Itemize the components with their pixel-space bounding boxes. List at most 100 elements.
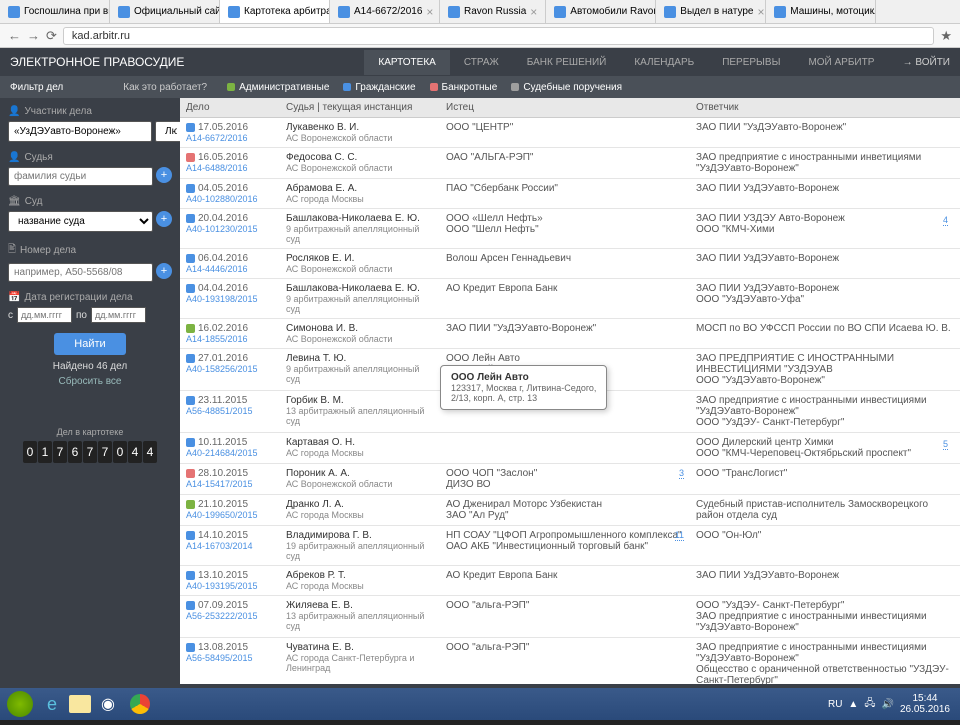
more-defendants[interactable]: 4 [943, 215, 948, 226]
case-number-link[interactable]: А14-6488/2016 [186, 163, 274, 173]
reload-icon[interactable]: ⟳ [46, 28, 57, 44]
reset-link[interactable]: Сбросить все [8, 376, 172, 387]
defendant-cell: ЗАО предприятие с иностранными инвестици… [690, 640, 960, 684]
nav-item[interactable]: КАЛЕНДАРЬ [620, 50, 708, 75]
browser-tab[interactable]: Машины, мотоцикл...× [766, 0, 876, 23]
case-number-link[interactable]: А40-199650/2015 [186, 510, 274, 520]
browser-tabs: Госпошлина при выш...×Официальный сайт |… [0, 0, 960, 24]
table-row[interactable]: 04.05.2016А40-102880/2016Абрамова Е. А.А… [180, 179, 960, 209]
case-number-link[interactable]: А40-101230/2015 [186, 224, 274, 234]
explorer-icon[interactable] [69, 695, 91, 713]
table-row[interactable]: 27.01.2016А40-158256/2015Левина Т. Ю.9 а… [180, 349, 960, 391]
lang-indicator[interactable]: RU [828, 699, 842, 710]
browser-tab[interactable]: Выдел в натуре× [656, 0, 766, 23]
browser-tab[interactable]: Автомобили Ravon –× [546, 0, 656, 23]
counter-digit: 1 [38, 441, 52, 463]
more-plaintiffs[interactable]: 11 [675, 530, 684, 541]
filter-help-link[interactable]: Как это работает? [123, 82, 207, 93]
col-judge[interactable]: Судья | текущая инстанция [280, 98, 440, 117]
table-row[interactable]: 13.10.2015А40-193195/2015Абреков Р. Т.АС… [180, 566, 960, 596]
case-type-filter[interactable]: Гражданские [343, 82, 415, 93]
find-button[interactable]: Найти [54, 333, 125, 355]
table-row[interactable]: 06.04.2016А14-4446/2016Росляков Е. И.АС … [180, 249, 960, 279]
counter-label: Дел в картотеке [8, 427, 172, 437]
case-number-link[interactable]: А40-193195/2015 [186, 581, 274, 591]
nav-item[interactable]: БАНК РЕШЕНИЙ [513, 50, 621, 75]
participant-input[interactable] [8, 121, 152, 142]
media-icon[interactable]: ◉ [93, 690, 123, 718]
table-row[interactable]: 20.04.2016А40-101230/2015Башлакова-Никол… [180, 209, 960, 249]
table-row[interactable]: 21.10.2015А40-199650/2015Дранко Л. А.АС … [180, 495, 960, 526]
login-button[interactable]: → ВОЙТИ [903, 57, 950, 68]
browser-tab[interactable]: Ravon Russia × [440, 0, 546, 23]
nav-item[interactable]: МОЙ АРБИТР [794, 50, 888, 75]
bookmark-icon[interactable]: ★ [940, 28, 952, 44]
browser-tab[interactable]: Картотека арбитраж...× [220, 0, 330, 23]
court-select[interactable]: название суда [8, 211, 153, 232]
case-number-link[interactable]: А56-58495/2015 [186, 653, 274, 663]
col-defendant[interactable]: Ответчик [690, 98, 960, 117]
ie-icon[interactable]: e [37, 690, 67, 718]
case-number-link[interactable]: А14-4446/2016 [186, 264, 274, 274]
tab-favicon [448, 6, 460, 18]
date-to-input[interactable] [91, 307, 146, 323]
add-judge-button[interactable]: + [156, 167, 172, 183]
network-icon[interactable]: 🖧 [864, 696, 875, 713]
url-field[interactable]: kad.arbitr.ru [63, 27, 934, 45]
table-row[interactable]: 14.10.2015А14-16703/2014Владимирова Г. В… [180, 526, 960, 566]
volume-icon[interactable]: 🔊 [881, 699, 893, 710]
col-plaintiff[interactable]: Истец [440, 98, 690, 117]
table-row[interactable]: 17.05.2016А14-6672/2016Лукавенко В. И.АС… [180, 118, 960, 148]
nav-item[interactable]: СТРАЖ [450, 50, 513, 75]
tab-close-icon[interactable]: × [757, 5, 764, 19]
table-row[interactable]: 07.09.2015А56-253222/2015Жиляева Е. В.13… [180, 596, 960, 638]
case-number-link[interactable]: А40-214684/2015 [186, 448, 274, 458]
case-type-filter[interactable]: Банкротные [430, 82, 498, 93]
judge-input[interactable] [8, 167, 153, 186]
col-case[interactable]: Дело [180, 98, 280, 117]
date-from-input[interactable] [17, 307, 72, 323]
table-row[interactable]: 10.11.2015А40-214684/2015Картавая О. Н.А… [180, 433, 960, 464]
tray-icon[interactable]: ▲ [848, 699, 858, 710]
case-number-link[interactable]: А40-102880/2016 [186, 194, 274, 204]
case-number-link[interactable]: А14-1855/2016 [186, 334, 274, 344]
forward-icon[interactable]: → [27, 28, 40, 43]
tab-label: Ravon Russia [464, 6, 526, 17]
tab-close-icon[interactable]: × [530, 5, 537, 19]
tab-close-icon[interactable]: × [426, 5, 433, 19]
nav-item[interactable]: КАРТОТЕКА [364, 50, 449, 75]
case-number-link[interactable]: А14-6672/2016 [186, 133, 274, 143]
nav-item[interactable]: ПЕРЕРЫВЫ [708, 50, 794, 75]
start-button[interactable] [5, 690, 35, 718]
add-case-button[interactable]: + [156, 263, 172, 279]
case-number-link[interactable]: А56-48851/2015 [186, 406, 274, 416]
counter-digit: 4 [128, 441, 142, 463]
table-row[interactable]: 16.02.2016А14-1855/2016Симонова И. В.АС … [180, 319, 960, 349]
browser-tab[interactable]: А14-6672/2016× [330, 0, 440, 23]
counter-digit: 0 [113, 441, 127, 463]
case-number-input[interactable] [8, 263, 153, 282]
add-court-button[interactable]: + [156, 211, 172, 227]
table-row[interactable]: 04.04.2016А40-193198/2015Башлакова-Никол… [180, 279, 960, 319]
more-defendants[interactable]: 5 [943, 439, 948, 450]
browser-tab[interactable]: Официальный сайт |× [110, 0, 220, 23]
table-row[interactable]: 16.05.2016А14-6488/2016Федосова С. С.АС … [180, 148, 960, 179]
case-type-filter[interactable]: Административные [227, 82, 329, 93]
table-row[interactable]: 28.10.2015А14-15417/2015Пороник А. А.АС … [180, 464, 960, 495]
table-row[interactable]: 13.08.2015А56-58495/2015Чуватина Е. В.АС… [180, 638, 960, 684]
case-type-filter[interactable]: Судебные поручения [511, 82, 622, 93]
back-icon[interactable]: ← [8, 28, 21, 43]
defendant-cell: ООО "Он-Юл" [690, 528, 960, 563]
case-number-link[interactable]: А40-193198/2015 [186, 294, 274, 304]
case-type-icon [186, 214, 195, 223]
case-number-link[interactable]: А14-15417/2015 [186, 479, 274, 489]
case-number-link[interactable]: А56-253222/2015 [186, 611, 274, 621]
more-plaintiffs[interactable]: 3 [679, 468, 684, 479]
case-number-link[interactable]: А14-16703/2014 [186, 541, 274, 551]
case-number-link[interactable]: А40-158256/2015 [186, 364, 274, 374]
chrome-icon[interactable] [125, 690, 155, 718]
browser-tab[interactable]: Госпошлина при выш...× [0, 0, 110, 23]
defendant-name: ЗАО ПИИ "УзДЭУавто-Воронеж" [696, 122, 954, 133]
defendant-cell: ЗАО ПИИ УзДЭУавто-Воронеж [690, 181, 960, 206]
clock[interactable]: 15:44 26.05.2016 [900, 693, 950, 715]
